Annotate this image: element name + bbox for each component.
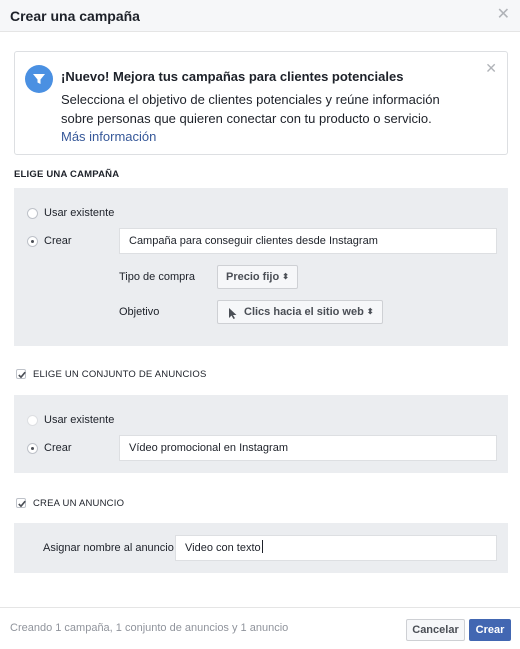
ad-set-checkbox[interactable] bbox=[16, 369, 26, 379]
ad-name-input[interactable]: Video con texto bbox=[175, 535, 497, 561]
campaign-create-label: Crear bbox=[44, 235, 72, 247]
ad-set-panel: Usar existente Crear Vídeo promocional e… bbox=[14, 395, 508, 473]
ad-name-label: Asignar nombre al anuncio bbox=[43, 542, 174, 554]
campaign-use-existing-radio[interactable] bbox=[27, 208, 38, 219]
objective-value: Clics hacia el sitio web bbox=[244, 306, 364, 318]
ad-panel: Asignar nombre al anuncio Video con text… bbox=[14, 523, 508, 573]
dialog-title: Crear una campaña bbox=[10, 8, 140, 24]
ad-set-create-label: Crear bbox=[44, 442, 72, 454]
close-icon[interactable]: ✕ bbox=[497, 7, 510, 23]
notice-body: Selecciona el objetivo de clientes poten… bbox=[61, 92, 440, 126]
campaign-use-existing-label: Usar existente bbox=[44, 207, 115, 219]
ad-name-value: Video con texto bbox=[185, 542, 261, 554]
campaign-create-radio[interactable] bbox=[27, 236, 38, 247]
ad-set-use-existing-label: Usar existente bbox=[44, 414, 115, 426]
footer-summary: Creando 1 campaña, 1 conjunto de anuncio… bbox=[10, 622, 289, 634]
create-button[interactable]: Crear bbox=[469, 619, 511, 641]
notice-close-icon[interactable]: ✕ bbox=[485, 60, 497, 77]
dialog-header: Crear una campaña ✕ bbox=[0, 0, 520, 32]
campaign-section-label: ELIGE UNA CAMPAÑA bbox=[14, 169, 120, 180]
text-cursor bbox=[261, 540, 263, 553]
cursor-icon bbox=[228, 306, 238, 328]
more-info-link[interactable]: Más información bbox=[61, 129, 156, 144]
notice-title: ¡Nuevo! Mejora tus campañas para cliente… bbox=[61, 69, 404, 84]
buy-type-label: Tipo de compra bbox=[119, 271, 196, 283]
new-feature-notice: ✕ ¡Nuevo! Mejora tus campañas para clien… bbox=[14, 51, 508, 155]
select-arrows-icon: ⬍ bbox=[366, 307, 374, 316]
ad-set-use-existing-radio[interactable] bbox=[27, 415, 38, 426]
cancel-button[interactable]: Cancelar bbox=[406, 619, 465, 641]
ad-set-section-label: ELIGE UN CONJUNTO DE ANUNCIOS bbox=[33, 369, 207, 380]
buy-type-value: Precio fijo bbox=[226, 271, 280, 283]
objective-label: Objetivo bbox=[119, 306, 160, 318]
buy-type-select[interactable]: Precio fijo ⬍ bbox=[217, 265, 298, 289]
ad-section-label: CREA UN ANUNCIO bbox=[33, 498, 125, 509]
footer-divider bbox=[0, 607, 520, 608]
objective-select[interactable]: Clics hacia el sitio web ⬍ bbox=[217, 300, 383, 324]
select-arrows-icon: ⬍ bbox=[282, 272, 289, 281]
ad-checkbox[interactable] bbox=[16, 498, 26, 508]
ad-set-name-input[interactable]: Vídeo promocional en Instagram bbox=[119, 435, 497, 461]
campaign-panel: Usar existente Crear Campaña para conseg… bbox=[14, 188, 508, 346]
ad-set-create-radio[interactable] bbox=[27, 443, 38, 454]
filter-icon bbox=[25, 65, 53, 93]
campaign-name-input[interactable]: Campaña para conseguir clientes desde In… bbox=[119, 228, 497, 254]
